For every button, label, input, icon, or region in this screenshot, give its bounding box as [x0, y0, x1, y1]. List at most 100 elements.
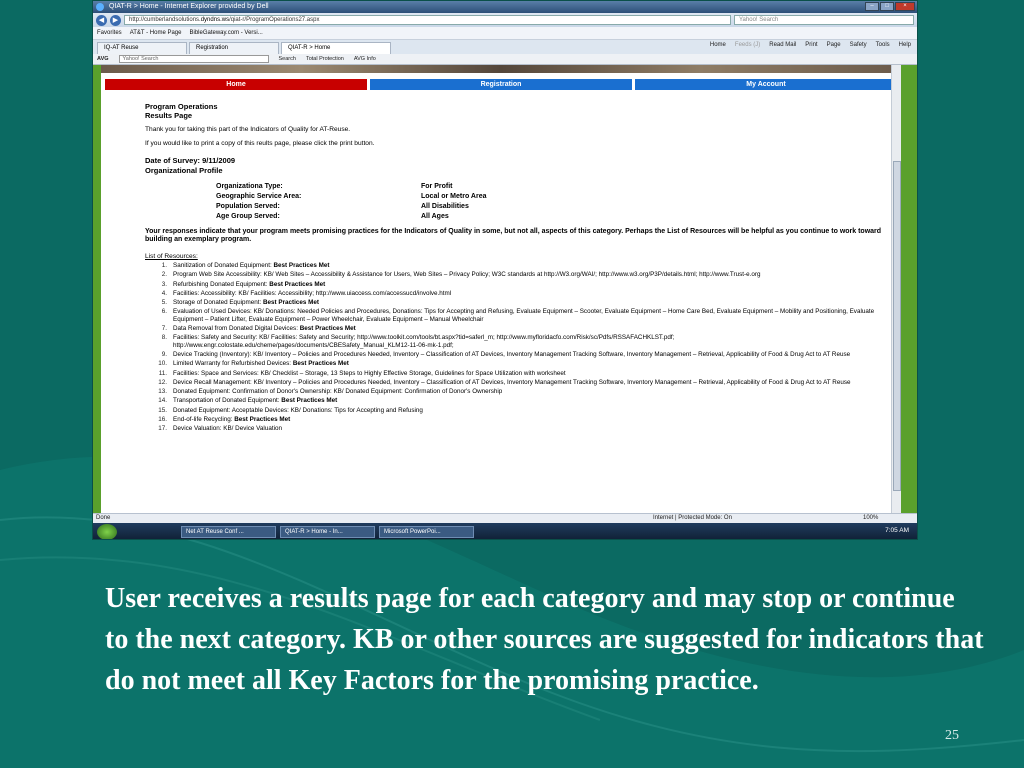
resource-text: Donated Equipment: Acceptable Devices: K… [173, 407, 423, 414]
favorites-bar: Favorites AT&T - Home Page BibleGateway.… [93, 27, 917, 40]
status-bar: Done Internet | Protected Mode: On 100% [93, 513, 917, 523]
tab-registration[interactable]: Registration [189, 42, 279, 54]
cmd-read-mail[interactable]: Read Mail [769, 42, 796, 48]
resource-description: Donated Equipment: Confirmation of Donor… [173, 388, 503, 396]
resource-text: Device Valuation: KB/ Device Valuation [173, 425, 282, 432]
nav-home[interactable]: Home [105, 79, 367, 90]
taskbar-item-qiat-home[interactable]: QIAT-R > Home - In... [280, 526, 375, 538]
favorite-link-biblegateway[interactable]: BibleGateway.com - Versi... [189, 30, 262, 36]
status-text: Done [96, 515, 111, 521]
resource-status: Best Practices Met [262, 299, 319, 307]
resource-number: 9. [161, 350, 167, 358]
org-profile-table: Organizationa Type: For Profit Geographi… [216, 183, 901, 221]
resource-description: Refurbishing Donated Equipment: [173, 280, 270, 288]
resource-text: Transportation of Donated Equipment: Bes… [173, 397, 337, 404]
page-subtitle: Results Page [145, 111, 193, 120]
browser-search-input[interactable]: Yahoo! Search [734, 15, 914, 25]
resource-description: Facilities: Space and Services: KB/ Chec… [173, 369, 566, 377]
browser-screenshot: QIAT-R > Home - Internet Explorer provid… [92, 0, 918, 540]
tab-iq-at-reuse[interactable]: IQ-AT Reuse [97, 42, 187, 54]
resource-item: 13. Donated Equipment: Confirmation of Do… [145, 388, 895, 395]
resource-text: Facilities: Space and Services: KB/ Chec… [173, 370, 566, 377]
taskbar-item-net-at-reuse[interactable]: Net AT Reuse Conf ... [181, 526, 276, 538]
avg-logo: AVG [97, 56, 109, 62]
resources-list: 1. Sanitization of Donated Equipment: Bes… [145, 262, 901, 433]
resource-text: Device Recall Management: KB/ Inventory … [173, 379, 851, 386]
resource-text: End-of-life Recycling: Best Practices Me… [173, 416, 290, 423]
taskbar-item-powerpoint[interactable]: Microsoft PowerPoi... [379, 526, 474, 538]
resource-item: 4. Facilities: Accessibility: KB/ Facilit… [145, 290, 895, 297]
resource-number: 14. [158, 397, 167, 405]
profile-value: All Disabilities [421, 203, 469, 210]
zoom-level[interactable]: 100% [863, 514, 878, 523]
tab-bar: IQ-AT Reuse Registration QIAT-R > Home H… [93, 40, 917, 54]
command-bar: Home Feeds (J) Read Mail Print Page Safe… [710, 42, 911, 48]
favorites-button[interactable]: Favorites [97, 30, 122, 36]
resource-description: Storage of Donated Equipment: [173, 299, 263, 307]
cmd-feeds[interactable]: Feeds (J) [735, 42, 760, 48]
resource-status: Best Practices Met [292, 360, 349, 368]
resource-item: 6. Evaluation of Used Devices: KB/ Donati… [145, 308, 895, 323]
cmd-tools[interactable]: Tools [876, 42, 890, 48]
resource-description: Facilities: Accessibility: KB/ Facilitie… [173, 289, 452, 297]
resource-item: 16. End-of-life Recycling: Best Practices… [145, 416, 895, 423]
total-protection-button[interactable]: Total Protection [306, 56, 344, 62]
resource-number: 16. [158, 416, 167, 424]
window-titlebar: QIAT-R > Home - Internet Explorer provid… [93, 1, 917, 13]
resources-heading: List of Resources: [145, 253, 198, 260]
resource-item: 9. Device Tracking (Inventory): KB/ Inven… [145, 351, 895, 358]
resource-number: 7. [161, 325, 167, 333]
forward-button[interactable]: ▶ [110, 14, 121, 26]
resource-description: Device Recall Management: KB/ Inventory … [173, 378, 851, 386]
resource-item: 11. Facilities: Space and Services: KB/ C… [145, 370, 895, 377]
resource-number: 3. [161, 280, 167, 288]
resource-item: 12. Device Recall Management: KB/ Invento… [145, 379, 895, 386]
nav-registration[interactable]: Registration [370, 79, 632, 90]
resource-description: Device Valuation: KB/ Device Valuation [173, 425, 282, 433]
resource-number: 5. [161, 299, 167, 307]
favorite-link-att[interactable]: AT&T - Home Page [130, 30, 182, 36]
resource-status: Best Practices Met [281, 397, 338, 405]
resource-text: Data Removal from Donated Digital Device… [173, 325, 356, 332]
avg-search-input[interactable]: Yahoo! Search [118, 55, 269, 63]
cmd-home[interactable]: Home [710, 42, 726, 48]
resource-item: 2. Program Web Site Accessibility: KB/ We… [145, 271, 895, 278]
avg-info-button[interactable]: AVG Info [354, 56, 376, 62]
resource-text: Device Tracking (Inventory): KB/ Invento… [173, 351, 850, 358]
header-photo [101, 65, 901, 73]
results-content: Program Operations Results Page Thank yo… [101, 90, 901, 433]
resource-text: Facilities: Safety and Security: KB/ Fac… [173, 334, 895, 349]
resource-item: 17. Device Valuation: KB/ Device Valuatio… [145, 425, 895, 432]
cmd-safety[interactable]: Safety [850, 42, 867, 48]
resource-item: 14. Transportation of Donated Equipment: … [145, 397, 895, 404]
resource-number: 12. [158, 378, 167, 386]
minimize-button[interactable]: – [865, 2, 879, 11]
cmd-print[interactable]: Print [805, 42, 817, 48]
maximize-button[interactable]: □ [880, 2, 894, 11]
resource-description: Program Web Site Accessibility: KB/ Web … [173, 271, 761, 279]
resource-item: 15. Donated Equipment: Acceptable Devices… [145, 407, 895, 414]
cmd-page[interactable]: Page [827, 42, 841, 48]
vertical-scrollbar[interactable] [891, 65, 901, 513]
close-window-button[interactable]: × [895, 2, 915, 11]
responses-summary: Your responses indicate that your progra… [145, 228, 882, 243]
back-button[interactable]: ◀ [96, 14, 107, 26]
resource-text: Program Web Site Accessibility: KB/ Web … [173, 271, 760, 278]
nav-my-account[interactable]: My Account [635, 79, 897, 90]
resource-item: 10. Limited Warranty for Refurbished Devi… [145, 360, 895, 367]
slide-number: 25 [945, 728, 959, 743]
url-input[interactable]: http://cumberlandsolutions.dyndns.ws/qia… [124, 15, 731, 25]
resource-item: 5. Storage of Donated Equipment: Best Pra… [145, 299, 895, 306]
tab-qiat-home[interactable]: QIAT-R > Home [281, 42, 391, 54]
resource-text: Storage of Donated Equipment: Best Pract… [173, 299, 319, 306]
avg-search-button[interactable]: Search [279, 56, 296, 62]
cmd-help[interactable]: Help [899, 42, 911, 48]
start-button[interactable] [97, 524, 117, 539]
resource-item: 8. Facilities: Safety and Security: KB/ F… [145, 334, 895, 349]
resource-description: Evaluation of Used Devices: KB/ Donation… [173, 308, 875, 323]
resource-number: 10. [158, 360, 167, 368]
resource-number: 4. [161, 289, 167, 297]
web-page: Home Registration My Account Program Ope… [101, 65, 901, 513]
scrollbar-thumb[interactable] [893, 161, 901, 491]
window-title: QIAT-R > Home - Internet Explorer provid… [109, 3, 269, 10]
